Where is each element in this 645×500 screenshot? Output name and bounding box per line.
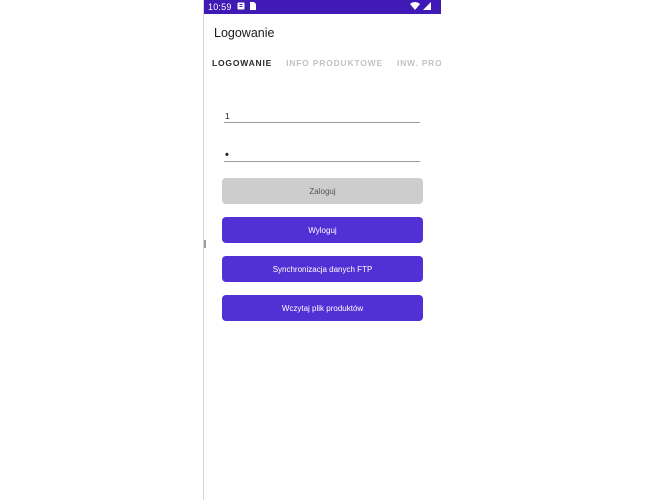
page-title: Logowanie [214, 26, 275, 40]
wifi-icon [410, 2, 420, 12]
status-icons-right [410, 2, 431, 12]
tab-info-produktowe[interactable]: INFO PRODUKTOWE [286, 58, 383, 68]
ftp-sync-button[interactable]: Synchronizacja danych FTP [222, 256, 423, 282]
notification-icon [237, 2, 245, 12]
screen: 10:59 Logowanie LOGOWANIE INFO PRODUKTOW… [0, 0, 645, 500]
tab-inw-prost[interactable]: INW. PROST [397, 58, 441, 68]
signal-icon [423, 2, 431, 12]
status-time: 10:59 [208, 2, 232, 12]
status-bar: 10:59 [204, 0, 441, 14]
edge-handle [204, 240, 206, 248]
login-button[interactable]: Zaloguj [222, 178, 423, 204]
login-input[interactable] [224, 109, 421, 123]
tab-logowanie[interactable]: LOGOWANIE [212, 58, 272, 68]
login-field [224, 106, 421, 123]
phone-frame: 10:59 Logowanie LOGOWANIE INFO PRODUKTOW… [203, 0, 441, 500]
status-icons-left [237, 2, 256, 12]
password-input[interactable] [224, 148, 421, 162]
logout-button[interactable]: Wyloguj [222, 217, 423, 243]
password-field [224, 145, 421, 162]
tab-bar: LOGOWANIE INFO PRODUKTOWE INW. PROST [204, 55, 441, 71]
sim-card-icon [249, 2, 256, 12]
load-products-button[interactable]: Wczytaj plik produktów [222, 295, 423, 321]
